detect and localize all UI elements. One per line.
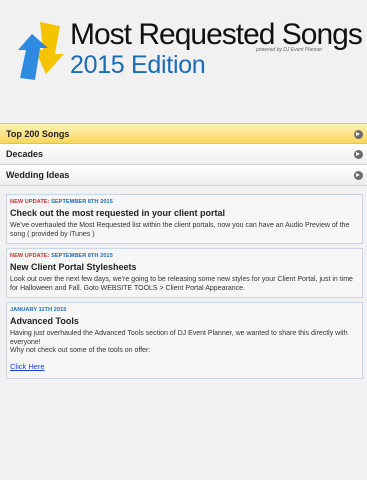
- news-title: New Client Portal Stylesheets: [10, 262, 137, 272]
- news-date: JANUARY 11TH 2015: [10, 307, 67, 313]
- news-date-tag: NEW UPDATE: SEPTEMBER 8TH 2015: [10, 253, 359, 259]
- app-subtitle: 2015 Edition: [70, 51, 206, 79]
- chevron-right-icon: [354, 150, 363, 159]
- powered-by-text: powered by DJ Event Planner: [256, 47, 323, 53]
- news-body: Look out over the next few days, we're g…: [10, 276, 353, 292]
- news-title: Advanced Tools: [10, 316, 79, 326]
- menu-item-label: Wedding Ideas: [6, 170, 70, 180]
- news-body: We've overhauled the Most Requested list…: [10, 222, 350, 238]
- menu-item-wedding-ideas[interactable]: Wedding Ideas: [0, 165, 367, 186]
- menu-item-label: Top 200 Songs: [6, 129, 70, 139]
- news-card: NEW UPDATE: SEPTEMBER 8TH 2015 Check out…: [6, 194, 363, 244]
- news-card: NEW UPDATE: SEPTEMBER 8TH 2015 New Clien…: [6, 248, 363, 298]
- logo-arrows-icon: [18, 22, 64, 80]
- news-card: JANUARY 11TH 2015 Advanced Tools Having …: [6, 302, 363, 379]
- menu-item-decades[interactable]: Decades: [0, 144, 367, 165]
- news-date-tag: JANUARY 11TH 2015: [10, 307, 359, 313]
- menu-item-top-200-songs[interactable]: Top 200 Songs: [0, 123, 367, 144]
- new-update-label: NEW UPDATE:: [10, 199, 50, 205]
- news-date-tag: NEW UPDATE: SEPTEMBER 8TH 2015: [10, 199, 359, 205]
- app-header: Most Requested Songs powered by DJ Event…: [0, 0, 367, 122]
- news-title: Check out the most requested in your cli…: [10, 208, 226, 218]
- news-list: NEW UPDATE: SEPTEMBER 8TH 2015 Check out…: [6, 194, 363, 383]
- click-here-link[interactable]: Click Here: [10, 362, 45, 371]
- main-menu: Top 200 Songs Decades Wedding Ideas: [0, 123, 367, 186]
- new-update-label: NEW UPDATE:: [10, 253, 50, 259]
- news-date: SEPTEMBER 8TH 2015: [51, 253, 113, 259]
- news-date: SEPTEMBER 8TH 2015: [51, 199, 113, 205]
- menu-item-label: Decades: [6, 149, 44, 159]
- news-body: Having just overhauled the Advanced Tool…: [10, 330, 348, 346]
- news-body-secondary: Why not check out some of the tools on o…: [10, 347, 151, 354]
- chevron-right-icon: [354, 171, 363, 180]
- chevron-right-icon: [354, 130, 363, 139]
